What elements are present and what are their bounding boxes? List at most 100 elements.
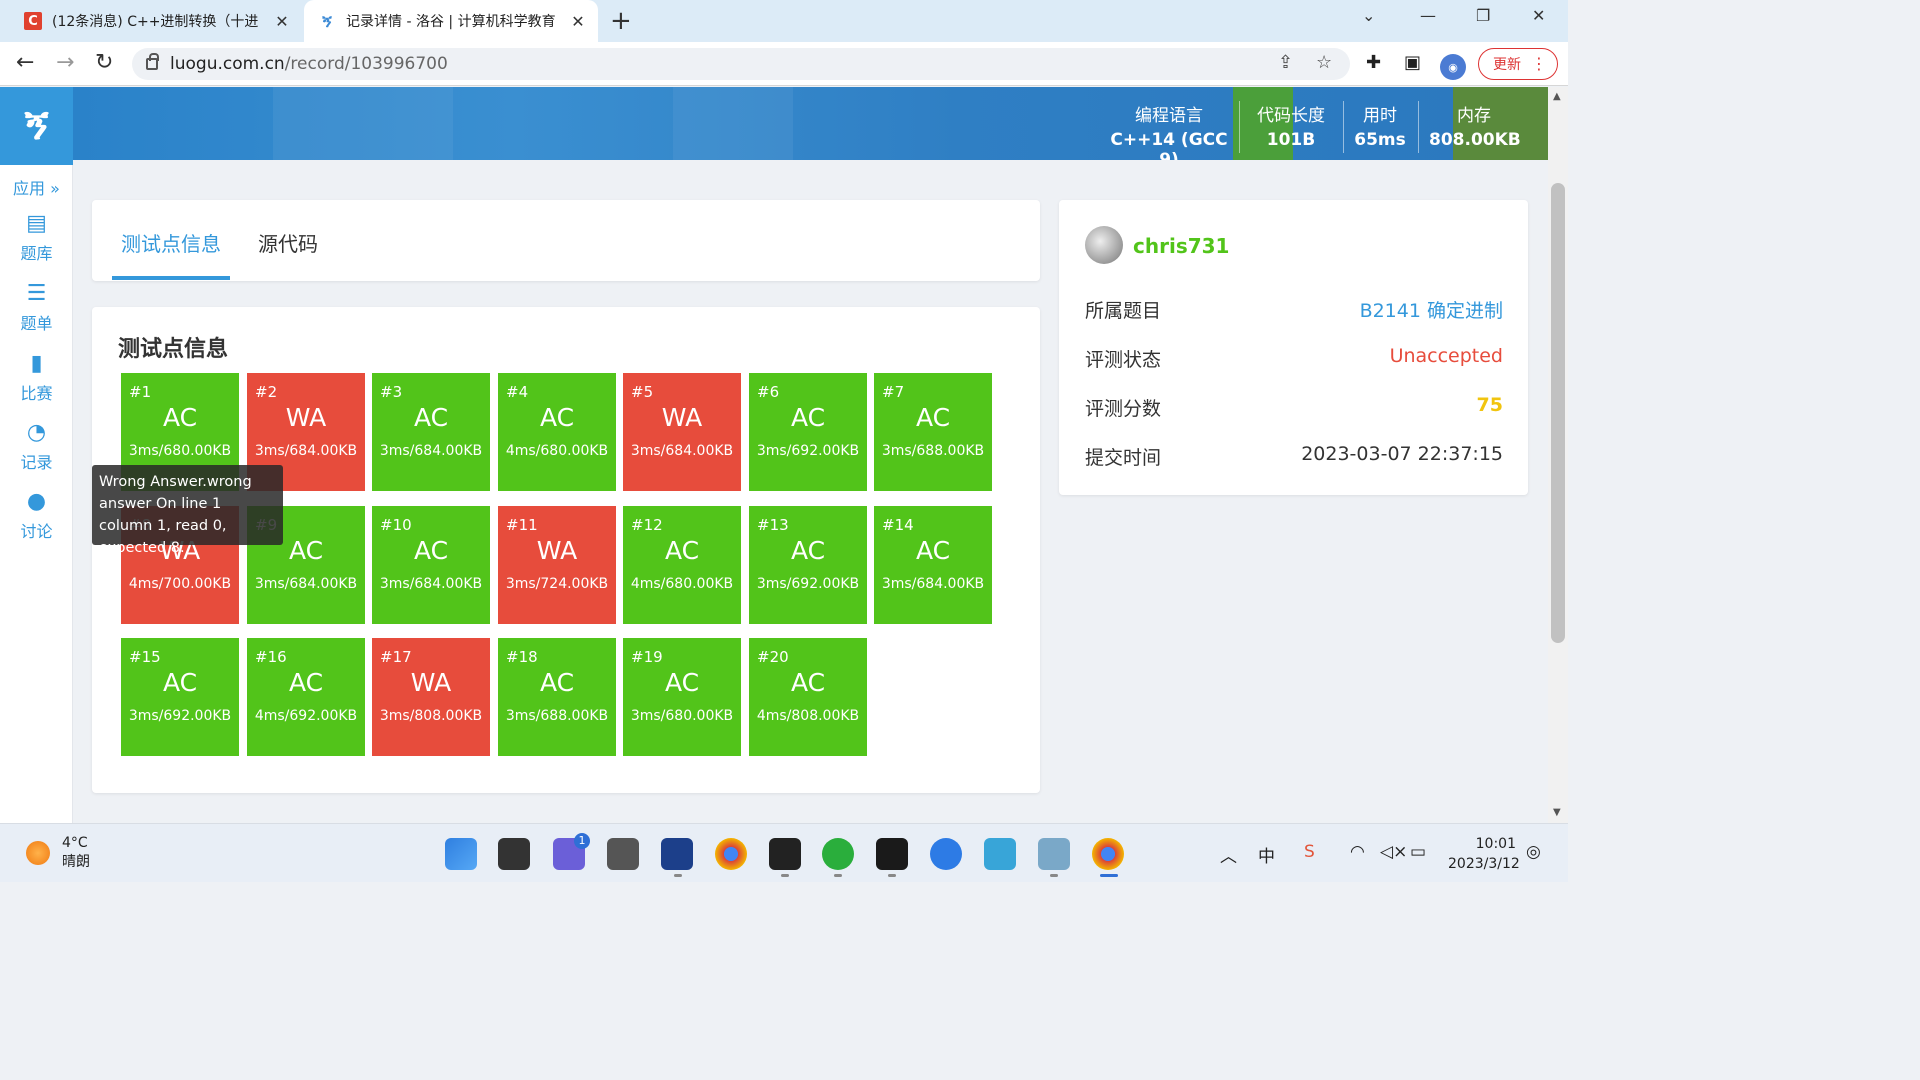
menu-dots-icon[interactable]: ⋮: [1531, 54, 1547, 73]
sogou-icon[interactable]: S: [1304, 842, 1315, 862]
forward-icon[interactable]: →: [56, 50, 74, 75]
browser-tab-csdn[interactable]: C (12条消息) C++进制转换（十进 ✕: [12, 0, 302, 42]
notification-icon[interactable]: ◎: [1526, 842, 1541, 862]
restore-icon[interactable]: ❐: [1476, 6, 1490, 25]
url-bar[interactable]: luogu.com.cn/record/103996700 ⇪ ☆: [132, 48, 1350, 80]
chrome-active-icon[interactable]: [1092, 838, 1124, 870]
testcase-18[interactable]: #18 AC 3ms/688.00KB: [498, 638, 616, 756]
tab-close-icon[interactable]: ✕: [270, 12, 294, 31]
active-indicator: [1100, 874, 1118, 877]
reload-icon[interactable]: ↻: [95, 50, 113, 75]
testcase-20[interactable]: #20 AC 4ms/808.00KB: [749, 638, 867, 756]
scroll-down-icon[interactable]: ▼: [1553, 807, 1561, 818]
testcase-15[interactable]: #15 AC 3ms/692.00KB: [121, 638, 239, 756]
devcpp-icon[interactable]: [661, 838, 693, 870]
testcase-5[interactable]: #5 WA 3ms/684.00KB: [623, 373, 741, 491]
ime-indicator[interactable]: 中: [1258, 842, 1275, 867]
weather-sun-icon[interactable]: [26, 841, 50, 865]
testcase-result: AC: [413, 536, 449, 565]
back-icon[interactable]: ←: [16, 50, 34, 75]
testcase-result: AC: [790, 668, 826, 697]
clock[interactable]: 10:01 2023/3/12: [1448, 834, 1520, 874]
user-avatar[interactable]: [1085, 226, 1123, 264]
remote-desktop-icon[interactable]: [1038, 838, 1070, 870]
testcase-6[interactable]: #6 AC 3ms/692.00KB: [749, 373, 867, 491]
testcase-16[interactable]: #16 AC 4ms/692.00KB: [247, 638, 365, 756]
start-icon[interactable]: [445, 838, 477, 870]
testcase-number: #6: [757, 383, 780, 401]
testcase-time-memory: 4ms/680.00KB: [630, 576, 734, 592]
new-tab-icon[interactable]: +: [610, 6, 632, 36]
scroll-up-icon[interactable]: ▲: [1553, 91, 1561, 102]
testcase-time-memory: 3ms/684.00KB: [630, 443, 734, 459]
testcase-4[interactable]: #4 AC 4ms/680.00KB: [498, 373, 616, 491]
bookmark-star-icon[interactable]: ☆: [1316, 52, 1332, 73]
testcase-time-memory: 3ms/692.00KB: [756, 443, 860, 459]
share-icon[interactable]: ⇪: [1278, 52, 1293, 73]
testcase-time-memory: 3ms/680.00KB: [630, 708, 734, 724]
sidebar-item-problem-lists[interactable]: ☰ 题单: [0, 281, 73, 334]
update-button[interactable]: 更新 ⋮: [1478, 48, 1558, 80]
testcase-number: #13: [757, 516, 789, 534]
wifi-icon[interactable]: ◠: [1350, 842, 1365, 862]
testcase-19[interactable]: #19 AC 3ms/680.00KB: [623, 638, 741, 756]
testcase-10[interactable]: #10 AC 3ms/684.00KB: [372, 506, 490, 624]
sidebar-item-label: 题单: [20, 314, 53, 333]
lock-icon[interactable]: [146, 53, 159, 70]
testcase-time-memory: 3ms/688.00KB: [881, 443, 985, 459]
side-panel-icon[interactable]: ▣: [1404, 52, 1421, 73]
profile-avatar-icon[interactable]: ◉: [1440, 54, 1466, 80]
tab-close-icon[interactable]: ✕: [566, 12, 590, 31]
task-view-icon[interactable]: [498, 838, 530, 870]
close-window-icon[interactable]: ✕: [1532, 6, 1545, 25]
stat-label: 内存: [1457, 106, 1491, 126]
testcase-17[interactable]: #17 WA 3ms/808.00KB: [372, 638, 490, 756]
testcase-7[interactable]: #7 AC 3ms/688.00KB: [874, 373, 992, 491]
testcase-result: AC: [539, 403, 575, 432]
extensions-icon[interactable]: ✚: [1366, 52, 1381, 73]
testcase-time-memory: 4ms/808.00KB: [756, 708, 860, 724]
stat-value: C++14 (GCC 9): [1110, 130, 1228, 160]
testcase-time-memory: 3ms/688.00KB: [505, 708, 609, 724]
username-link[interactable]: chris731: [1133, 234, 1229, 258]
tab-search-icon[interactable]: ⌄: [1362, 6, 1375, 25]
scrollbar-thumb[interactable]: [1551, 183, 1565, 643]
testcase-number: #4: [506, 383, 529, 401]
sidebar-apps-toggle[interactable]: 应用 »: [0, 175, 73, 199]
kugou-icon[interactable]: [930, 838, 962, 870]
battery-icon[interactable]: ▭: [1410, 842, 1426, 862]
tab-testcases[interactable]: 测试点信息: [121, 228, 221, 257]
network-app-icon[interactable]: [984, 838, 1016, 870]
testcase-time-memory: 3ms/680.00KB: [128, 443, 232, 459]
chrome-icon[interactable]: [715, 838, 747, 870]
clock-date: 2023/3/12: [1448, 856, 1520, 872]
running-indicator: [674, 874, 682, 877]
luogu-logo-icon[interactable]: ኝ: [0, 87, 73, 165]
minimize-icon[interactable]: —: [1420, 6, 1436, 25]
unity-icon[interactable]: [607, 838, 639, 870]
problem-link[interactable]: B2141 确定进制: [1360, 296, 1503, 323]
windows-taskbar: 4°C 晴朗 1 ︿ 中 S ◠ ◁× ▭ 10:01 2023/3/12 ◎: [0, 823, 1568, 882]
testcase-tooltip: Wrong Answer.wrong answer On line 1 colu…: [92, 465, 283, 556]
weather-temp: 4°C: [62, 835, 88, 851]
pycharm-icon[interactable]: [876, 838, 908, 870]
tab-source-code[interactable]: 源代码: [258, 228, 318, 257]
weather-widget[interactable]: 4°C 晴朗: [62, 834, 90, 872]
browser-tab-luogu[interactable]: ኝ 记录详情 - 洛谷 | 计算机科学教育 ✕: [304, 0, 598, 42]
page-scrollbar[interactable]: ▲ ▼: [1548, 87, 1568, 823]
testcase-14[interactable]: #14 AC 3ms/684.00KB: [874, 506, 992, 624]
tray-overflow-icon[interactable]: ︿: [1220, 842, 1237, 867]
info-row-score: 评测分数 75: [1085, 394, 1503, 421]
testcase-12[interactable]: #12 AC 4ms/680.00KB: [623, 506, 741, 624]
volume-muted-icon[interactable]: ◁×: [1380, 842, 1407, 862]
sidebar-item-discuss[interactable]: ● 讨论: [0, 489, 73, 542]
testcase-11[interactable]: #11 WA 3ms/724.00KB: [498, 506, 616, 624]
sidebar-item-problems[interactable]: ▤ 题库: [0, 211, 73, 264]
wechat-icon[interactable]: [822, 838, 854, 870]
terminal-icon[interactable]: [769, 838, 801, 870]
banner-decoration: [673, 87, 793, 160]
sidebar-item-contests[interactable]: ▮ 比赛: [0, 351, 73, 404]
testcase-3[interactable]: #3 AC 3ms/684.00KB: [372, 373, 490, 491]
sidebar-item-records[interactable]: ◔ 记录: [0, 420, 73, 473]
testcase-13[interactable]: #13 AC 3ms/692.00KB: [749, 506, 867, 624]
